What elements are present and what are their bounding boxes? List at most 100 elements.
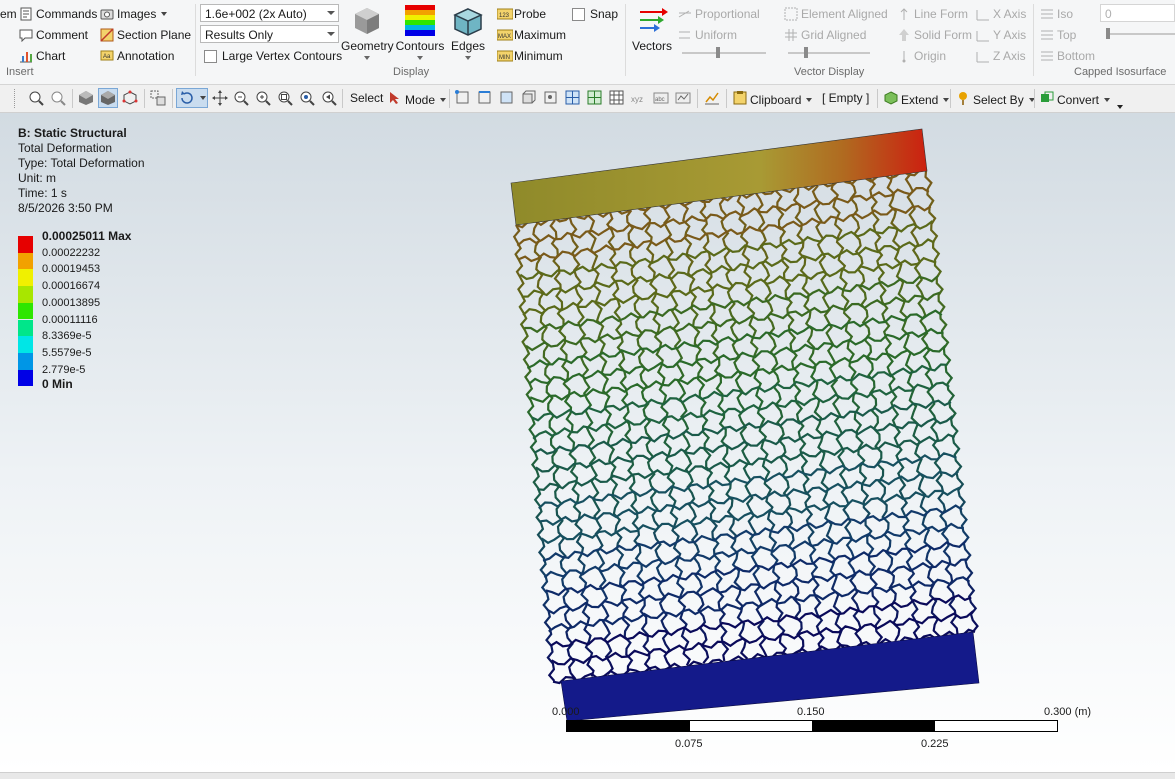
wireframe-box-icon[interactable] bbox=[78, 90, 94, 106]
top-button[interactable]: Top bbox=[1040, 28, 1076, 42]
select-by-button[interactable]: Select By bbox=[956, 91, 1035, 108]
bottom-plate bbox=[560, 631, 980, 722]
commands-button[interactable]: Commands bbox=[19, 7, 97, 21]
maximum-label: Maximum bbox=[514, 28, 567, 42]
section-plane-button[interactable]: Section Plane bbox=[100, 28, 191, 42]
graphics-viewport[interactable]: B: Static Structural Total Deformation T… bbox=[0, 113, 1175, 772]
deformation-scale-dropdown[interactable]: 1.6e+002 (2x Auto) bbox=[200, 4, 339, 22]
select-edge-icon[interactable] bbox=[477, 90, 493, 106]
toolbar-overflow-icon[interactable] bbox=[1115, 98, 1123, 114]
origin-icon bbox=[897, 49, 911, 63]
edges-button[interactable]: Edges bbox=[446, 4, 490, 60]
minimum-button[interactable]: MIN Minimum bbox=[496, 49, 563, 63]
zoom-icon[interactable] bbox=[233, 90, 249, 106]
select-vertex-icon[interactable] bbox=[455, 90, 471, 106]
toolbar-separator bbox=[172, 89, 173, 108]
select-by-label: Select By bbox=[973, 92, 1024, 107]
mode-button[interactable]: Mode bbox=[388, 91, 447, 108]
coordinate-icon[interactable]: xyz bbox=[631, 90, 647, 106]
geometry-button[interactable]: Geometry bbox=[341, 4, 394, 60]
select-face-icon[interactable] bbox=[499, 90, 515, 106]
zoom-in-icon[interactable] bbox=[255, 90, 271, 106]
edges-dropdown-icon bbox=[465, 56, 471, 60]
select-mode-icon[interactable] bbox=[150, 90, 166, 106]
pan-icon[interactable] bbox=[212, 90, 228, 106]
mode-label: Mode bbox=[405, 92, 436, 107]
results-display-dropdown[interactable]: Results Only bbox=[200, 25, 339, 43]
scale-segment bbox=[567, 721, 690, 731]
measure-icon[interactable] bbox=[675, 90, 691, 106]
extend-button[interactable]: Extend bbox=[884, 91, 950, 108]
iso-button[interactable]: Iso bbox=[1040, 7, 1073, 21]
slider-thumb[interactable] bbox=[804, 47, 808, 58]
solid-form-icon bbox=[897, 28, 911, 42]
zoom-to-fit-icon[interactable] bbox=[28, 90, 44, 106]
bottom-icon bbox=[1040, 49, 1054, 63]
section-plane-icon bbox=[100, 28, 114, 42]
select-element-icon[interactable] bbox=[587, 90, 603, 106]
toolbar-separator bbox=[877, 89, 878, 108]
chevron-down-icon bbox=[327, 32, 335, 36]
select-body-icon[interactable] bbox=[521, 90, 537, 106]
graph-icon[interactable] bbox=[704, 90, 720, 106]
z-axis-button[interactable]: Z Axis bbox=[976, 49, 1026, 63]
bottom-label: Bottom bbox=[1057, 49, 1096, 63]
convert-button[interactable]: Convert bbox=[1040, 91, 1111, 108]
large-vertex-contours-checkbox[interactable] bbox=[204, 50, 217, 63]
iso-slider[interactable] bbox=[1106, 28, 1175, 39]
label-icon[interactable]: abc bbox=[653, 90, 669, 106]
zoom-out-icon[interactable] bbox=[50, 90, 66, 106]
origin-button[interactable]: Origin bbox=[897, 49, 946, 63]
slider-thumb[interactable] bbox=[1106, 28, 1110, 39]
shaded-box-icon[interactable] bbox=[98, 88, 118, 108]
deformed-mesh-model[interactable] bbox=[0, 113, 1175, 772]
ribbon-partial-item[interactable]: em bbox=[0, 7, 17, 21]
grid-density-slider[interactable] bbox=[788, 47, 870, 58]
svg-text:abc: abc bbox=[655, 97, 665, 103]
iso-value-input[interactable]: 0 bbox=[1100, 4, 1175, 22]
select-button[interactable]: Select bbox=[350, 91, 383, 105]
zoom-selection-icon[interactable] bbox=[299, 90, 315, 106]
clipboard-button[interactable]: Clipboard bbox=[733, 91, 813, 108]
proportional-button[interactable]: Proportional bbox=[678, 7, 760, 21]
select-mesh-icon[interactable] bbox=[609, 90, 625, 106]
images-dropdown-icon bbox=[161, 12, 168, 16]
comment-button[interactable]: Comment bbox=[19, 28, 88, 43]
previous-view-icon[interactable] bbox=[321, 90, 337, 106]
probe-button[interactable]: 123 Probe bbox=[496, 7, 546, 21]
grid-aligned-label: Grid Aligned bbox=[801, 28, 867, 42]
select-element-face-icon[interactable] bbox=[565, 90, 581, 106]
mode-dropdown-icon bbox=[440, 97, 447, 102]
box-zoom-icon[interactable] bbox=[277, 90, 293, 106]
show-vertices-icon[interactable] bbox=[122, 90, 138, 106]
vectors-button[interactable]: Vectors bbox=[631, 4, 673, 53]
display-group-label: Display bbox=[393, 66, 430, 78]
scale-label-0: 0.000 bbox=[552, 706, 580, 718]
line-form-label: Line Form bbox=[914, 7, 969, 21]
maximum-button[interactable]: MAX Maximum bbox=[496, 28, 567, 42]
rotate-button[interactable] bbox=[176, 88, 208, 108]
slider-thumb[interactable] bbox=[716, 47, 720, 58]
section-plane-label: Section Plane bbox=[117, 28, 192, 42]
solid-form-button[interactable]: Solid Form bbox=[897, 28, 972, 42]
probe-icon: 123 bbox=[496, 7, 514, 21]
toolbar-separator bbox=[726, 89, 727, 108]
clipboard-label: Clipboard bbox=[750, 92, 802, 107]
select-node-icon[interactable] bbox=[543, 90, 559, 106]
vector-length-slider[interactable] bbox=[682, 47, 766, 58]
snap-checkbox[interactable] bbox=[572, 8, 585, 21]
bottom-button[interactable]: Bottom bbox=[1040, 49, 1095, 63]
scale-label-3: 0.075 bbox=[675, 738, 703, 750]
chart-button[interactable]: Chart bbox=[19, 49, 65, 63]
grid-aligned-button[interactable]: Grid Aligned bbox=[784, 28, 866, 42]
element-aligned-button[interactable]: Element Aligned bbox=[784, 7, 888, 21]
vectors-label: Vectors bbox=[631, 39, 673, 53]
uniform-button[interactable]: Uniform bbox=[678, 28, 737, 42]
y-axis-button[interactable]: Y Axis bbox=[976, 28, 1026, 42]
annotation-button[interactable]: Aa Annotation bbox=[100, 49, 174, 63]
line-form-button[interactable]: Line Form bbox=[897, 7, 968, 21]
x-axis-button[interactable]: X Axis bbox=[976, 7, 1026, 21]
contours-button[interactable]: Contours bbox=[395, 4, 445, 60]
minimum-label: Minimum bbox=[514, 49, 563, 63]
images-button[interactable]: Images bbox=[100, 7, 168, 21]
